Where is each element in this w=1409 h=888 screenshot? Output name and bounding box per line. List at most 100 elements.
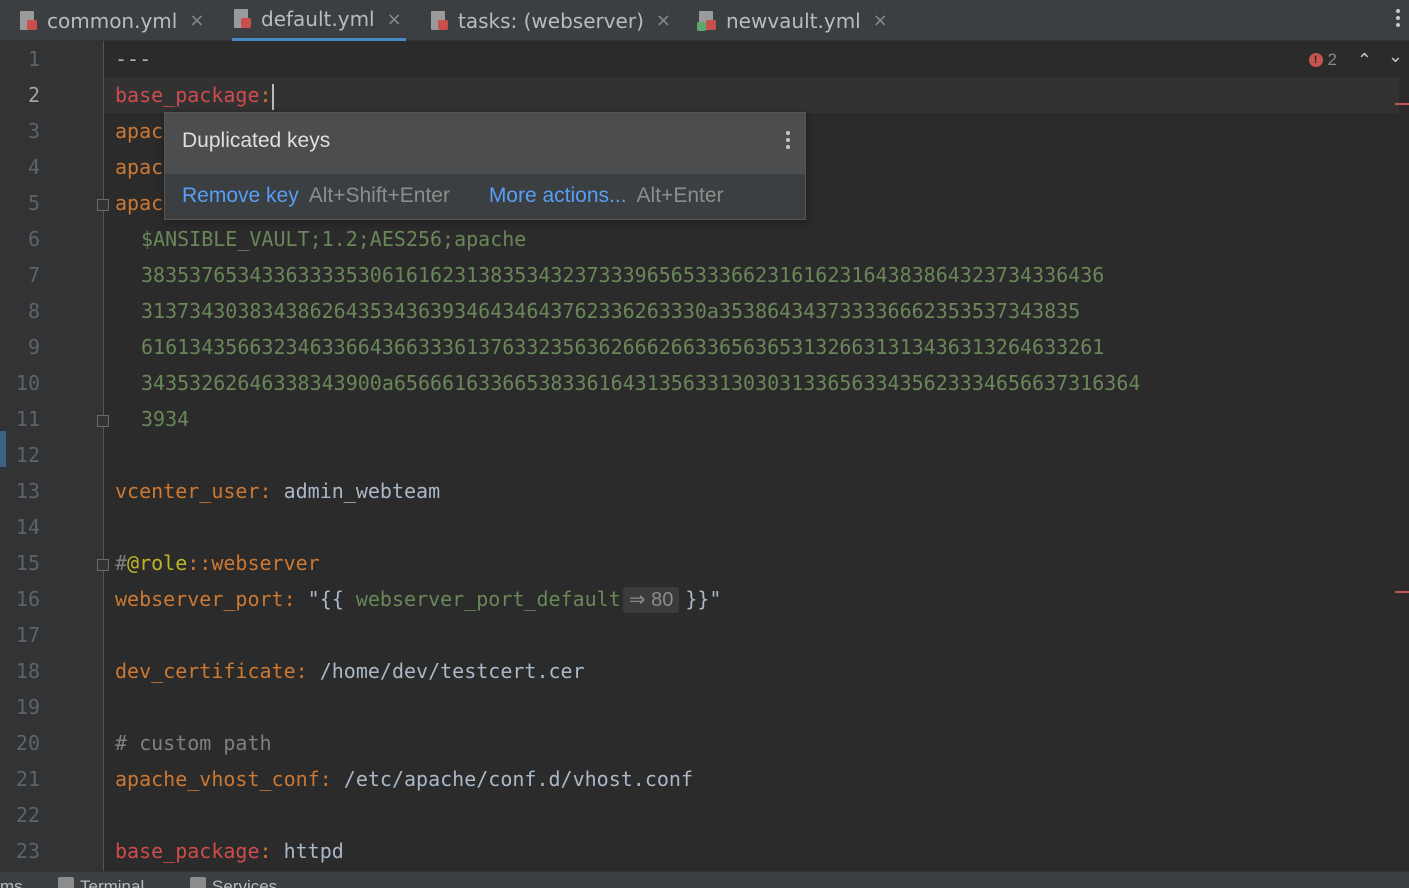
more-actions-link[interactable]: More actions... (489, 184, 627, 207)
line-number: 18 (15, 659, 40, 683)
close-icon[interactable]: × (189, 10, 204, 31)
current-line-highlight (104, 77, 1399, 113)
vault-data: 3835376534336333353061616231383534323733… (141, 263, 1105, 287)
line-number: 15 (15, 551, 40, 575)
line-number: 20 (15, 731, 40, 755)
code-line-16: webserver_port: "{{ webserver_port_defau… (115, 581, 721, 617)
tab-common-yml[interactable]: common.yml × (18, 0, 204, 41)
line-number: 2 (27, 83, 40, 107)
yaml-file-icon (232, 8, 252, 30)
services-label: Services (212, 877, 278, 888)
popup-options-icon[interactable] (785, 131, 791, 152)
tab-default-yml[interactable]: default.yml × (232, 0, 406, 41)
ansible-tasks-icon (429, 10, 449, 32)
vault-header: $ANSIBLE_VAULT;1.2;AES256;apache (141, 227, 527, 251)
remove-key-link[interactable]: Remove key (182, 184, 299, 207)
role-name: ::webserver (187, 551, 320, 575)
yaml-value: httpd (283, 839, 344, 863)
more-actions-shortcut: Alt+Enter (636, 184, 724, 207)
services-tab[interactable]: Services (190, 877, 277, 888)
code-line-3: apac (115, 113, 163, 149)
line-number: 12 (15, 443, 40, 467)
vault-data: 3934 (141, 407, 190, 431)
yaml-key: dev_certificate (115, 659, 296, 683)
popup-header: Duplicated keys (165, 113, 805, 174)
template-open: "{{ (307, 587, 344, 611)
tab-label: default.yml (261, 7, 375, 31)
code-line-1: --- (115, 41, 151, 77)
error-stripe-mark[interactable] (1395, 591, 1409, 593)
code-line-2: base_package: (115, 77, 274, 113)
terminal-tab[interactable]: Terminal (58, 877, 144, 888)
tab-tasks-webserver[interactable]: tasks: (webserver) × (429, 0, 671, 41)
tab-label: tasks: (webserver) (458, 8, 644, 33)
yaml-value: admin_webteam (283, 479, 441, 503)
vault-data: 3137343038343862643534363934643464376233… (141, 299, 1081, 323)
tool-window-tab[interactable]: ms (0, 877, 23, 888)
yaml-key: apac (115, 191, 164, 215)
next-problem-icon[interactable]: ⌄ (1388, 46, 1403, 67)
yaml-key: vcenter_user (115, 479, 260, 503)
problems-indicator[interactable]: ! 2 (1308, 50, 1337, 70)
line-number: 10 (15, 371, 40, 395)
comment: # custom path (115, 731, 272, 755)
template-variable: webserver_port_default (355, 587, 621, 611)
tool-window-bar: ms Terminal Services (0, 871, 1409, 888)
yaml-key: webserver_port (115, 587, 284, 611)
line-number: 6 (27, 227, 40, 251)
line-number-gutter: 1 2 3 4 5 6 7 8 9 10 11 12 13 14 15 16 1… (0, 41, 104, 871)
text-caret (271, 83, 274, 110)
editor-tab-bar: common.yml × default.yml × tasks: (webse… (0, 0, 1409, 41)
services-icon (190, 877, 206, 888)
close-icon[interactable]: × (873, 10, 888, 31)
problem-count: 2 (1327, 50, 1337, 69)
code-line-15: #@role::webserver (115, 545, 320, 581)
line-number: 13 (15, 479, 40, 503)
code-line-7: 3835376534336333353061616231383534323733… (141, 257, 1104, 293)
line-number: 21 (15, 767, 40, 791)
duplicate-key: base_package (115, 839, 260, 863)
close-icon[interactable]: × (656, 10, 671, 31)
code-line-10: 34353262646338343900a6566616336653833616… (141, 365, 1140, 401)
colon: : (259, 83, 272, 107)
line-number: 9 (27, 335, 40, 359)
close-icon[interactable]: × (387, 9, 402, 30)
terminal-icon (58, 877, 74, 888)
colon: : (259, 839, 272, 863)
document-start-marker: --- (115, 47, 152, 71)
vault-data: 6161343566323463366436633361376332356362… (141, 335, 1105, 359)
colon: : (283, 587, 296, 611)
code-line-20: # custom path (115, 725, 272, 761)
code-line-13: vcenter_user: admin_webteam (115, 473, 440, 509)
line-number: 8 (27, 299, 40, 323)
tab-label: common.yml (47, 8, 178, 33)
remove-key-shortcut: Alt+Shift+Enter (308, 184, 450, 207)
code-line-5: apac (115, 185, 163, 221)
code-line-21: apache_vhost_conf: /etc/apache/conf.d/vh… (115, 761, 693, 797)
inlay-value-hint: ⇒ 80 (622, 587, 680, 613)
yaml-key: apache_vhost_conf (115, 767, 320, 791)
line-number: 5 (27, 191, 40, 215)
code-line-11: 3934 (141, 401, 189, 437)
error-stripe-mark[interactable] (1395, 103, 1409, 105)
colon: : (319, 767, 332, 791)
code-line-4: apac (115, 149, 163, 185)
line-number: 19 (15, 695, 40, 719)
error-icon: ! (1308, 53, 1323, 67)
code-line-18: dev_certificate: /home/dev/testcert.cer (115, 653, 585, 689)
yaml-file-icon (18, 10, 38, 32)
code-line-23: base_package: httpd (115, 833, 344, 869)
comment-hash: # (115, 551, 128, 575)
terminal-label: Terminal (80, 877, 145, 888)
tab-newvault-yml[interactable]: newvault.yml × (697, 0, 888, 41)
line-number: 17 (15, 623, 40, 647)
previous-problem-icon[interactable]: ⌃ (1357, 50, 1372, 71)
duplicate-key: base_package (115, 83, 260, 107)
colon: : (295, 659, 308, 683)
yaml-value: /etc/apache/conf.d/vhost.conf (343, 767, 693, 791)
line-number: 7 (27, 263, 40, 287)
line-number: 1 (27, 47, 40, 71)
tab-options-icon[interactable] (1395, 9, 1401, 31)
yaml-key: apac (115, 155, 164, 179)
yaml-value: /home/dev/testcert.cer (319, 659, 585, 683)
